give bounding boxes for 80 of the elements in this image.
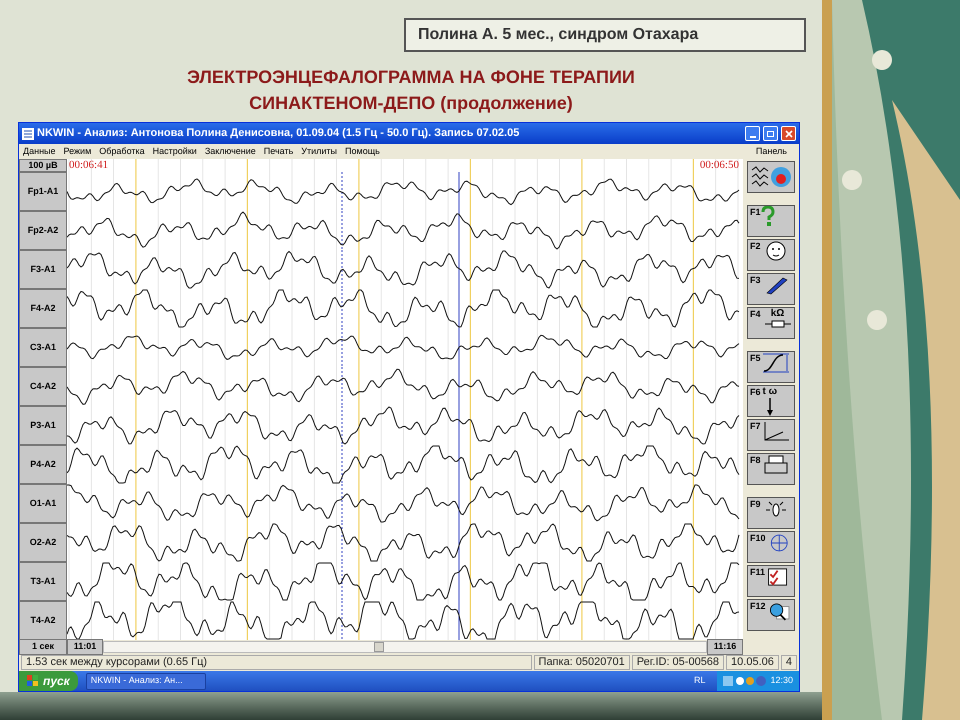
channel-label[interactable]: C3-A1 [19,328,67,367]
channel-label[interactable]: T4-A2 [19,601,67,640]
function-key-label: F10 [750,532,766,544]
status-field: 1.53 сек между курсорами (0.65 Гц) [21,655,532,670]
status-field: Папка: 05020701 [534,655,630,670]
icon-caption: kΩ [770,308,784,320]
function-key-label: F3 [750,274,761,286]
slide-title-line: ЭЛЕКТРОЭНЦЕФАЛОГРАММА НА ФОНЕ ТЕРАПИИ [187,66,635,89]
function-key-button[interactable]: F7 [747,419,795,451]
menu-item[interactable]: Режим [64,144,92,158]
function-key-label: F9 [750,498,761,510]
slide-title-line: СИНАКТЕНОМ-ДЕПО (продолжение) [249,92,573,115]
scale-label: 100 µB [19,159,67,172]
channel-label[interactable]: F3-A1 [19,250,67,289]
restore-button[interactable] [763,126,778,141]
timebase-label: 1 сек [19,639,67,655]
function-key-button[interactable]: F10 [747,531,795,563]
menu-item[interactable]: Помощь [345,144,380,158]
start-time: 00:06:41 [69,159,108,172]
end-time: 00:06:50 [700,159,739,172]
menu-item[interactable]: Настройки [152,144,197,158]
clock: 12:30 [770,674,793,688]
function-key-label: F11 [750,566,766,578]
channel-label[interactable]: P3-A1 [19,406,67,445]
menu-item[interactable]: Обработка [99,144,145,158]
close-button[interactable] [781,126,796,141]
function-key-button[interactable]: F5 [747,351,795,383]
scroll-start: 11:01 [67,639,103,655]
function-key-label: F12 [750,600,766,612]
app-icon [22,128,34,140]
icon-caption: t ω [762,386,778,398]
channel-label[interactable]: P4-A2 [19,445,67,484]
tray-icons [723,675,768,687]
status-field: 10.05.06 [726,655,779,670]
function-key-button[interactable]: F9 [747,497,795,529]
scrollbar[interactable] [103,641,707,653]
eeg-map-icon [750,164,792,190]
close-icon [784,130,792,138]
function-key-button[interactable]: F11 [747,565,795,597]
channel-label[interactable]: Fp2-A2 [19,211,67,250]
function-key-button[interactable]: F2 [747,239,795,271]
menu-item[interactable]: Утилиты [301,144,338,158]
function-key-label: F6 [750,386,761,398]
sigmoid-curve-icon [760,352,791,374]
channel-label[interactable]: O2-A2 [19,523,67,562]
function-key-button[interactable]: F4 kΩ [747,307,795,339]
status-field: Рег.ID: 05-00568 [632,655,724,670]
function-key-label: F2 [750,240,761,252]
function-key-button[interactable]: F6 t ω [747,385,795,417]
function-key-label: F1 [750,206,761,218]
channel-label[interactable]: C4-A2 [19,367,67,406]
function-key-button[interactable]: F8 [747,453,795,485]
channel-label[interactable]: Fp1-A1 [19,172,67,211]
menu-item[interactable]: Печать [264,144,294,158]
function-key-label: F8 [750,454,761,466]
start-button[interactable]: пуск [19,671,78,691]
windows-logo-icon [27,675,39,687]
resistor-icon [762,320,793,328]
panel-label: Панель [756,144,788,158]
channel-label[interactable]: O1-A1 [19,484,67,523]
window-title: NKWIN - Анализ: Антонова Полина Денисовна, 01.09.04 (1.5 Гц - 50.0 Гц). Запись 07.02.05 [37,126,520,142]
menu-item[interactable]: Заключение [204,144,256,158]
menu-item[interactable]: Данные [23,144,56,158]
panel-button[interactable] [747,161,795,193]
language-indicator: RL [694,674,706,688]
function-key-label: F7 [750,420,761,432]
channel-label[interactable]: T3-A1 [19,562,67,601]
taskbar-task[interactable]: NKWIN - Анализ: Ан... [86,672,206,690]
function-key-button[interactable]: F12 [747,599,795,631]
minimize-button[interactable] [745,126,760,141]
function-key-button[interactable]: F1 [747,205,795,237]
function-key-label: F4 [750,308,761,320]
channel-label[interactable]: F4-A2 [19,289,67,328]
function-key-button[interactable]: F3 [747,273,795,305]
question-mark-icon [760,206,775,226]
function-key-label: F5 [750,352,761,364]
status-field: 4 [780,655,797,670]
slide-caption: Полина А. 5 мес., синдром Отахара [404,18,806,52]
down-arrow-icon [766,398,774,416]
scroll-end: 11:16 [707,639,743,655]
